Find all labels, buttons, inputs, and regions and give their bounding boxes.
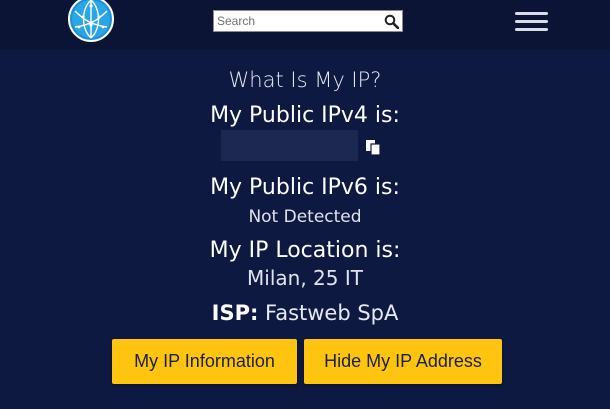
ipv4-value-redacted xyxy=(221,130,358,161)
page-title: What Is My IP? xyxy=(228,68,382,92)
copy-icon[interactable] xyxy=(365,139,382,156)
hamburger-bar xyxy=(515,12,548,15)
location-value: Milan, 25 IT xyxy=(247,266,363,290)
hamburger-menu-icon[interactable] xyxy=(515,12,548,32)
ipv6-label: My Public IPv6 is: xyxy=(210,175,400,200)
hide-my-ip-button[interactable]: Hide My IP Address xyxy=(304,339,502,384)
search-icon[interactable] xyxy=(384,14,399,29)
isp-value: Fastweb SpA xyxy=(265,301,399,325)
search-input[interactable] xyxy=(214,11,374,31)
isp-label: ISP: xyxy=(211,301,259,325)
isp-line: ISP: Fastweb SpA xyxy=(0,301,610,325)
top-header xyxy=(0,0,610,50)
search-box xyxy=(213,10,403,32)
ipv6-value: Not Detected xyxy=(248,207,362,227)
ipv4-label: My Public IPv4 is: xyxy=(210,103,400,128)
hamburger-bar xyxy=(515,20,548,23)
hamburger-bar xyxy=(515,28,548,31)
my-ip-information-button[interactable]: My IP Information xyxy=(112,339,297,384)
globe-logo-icon[interactable] xyxy=(67,0,115,43)
location-label: My IP Location is: xyxy=(209,238,401,263)
